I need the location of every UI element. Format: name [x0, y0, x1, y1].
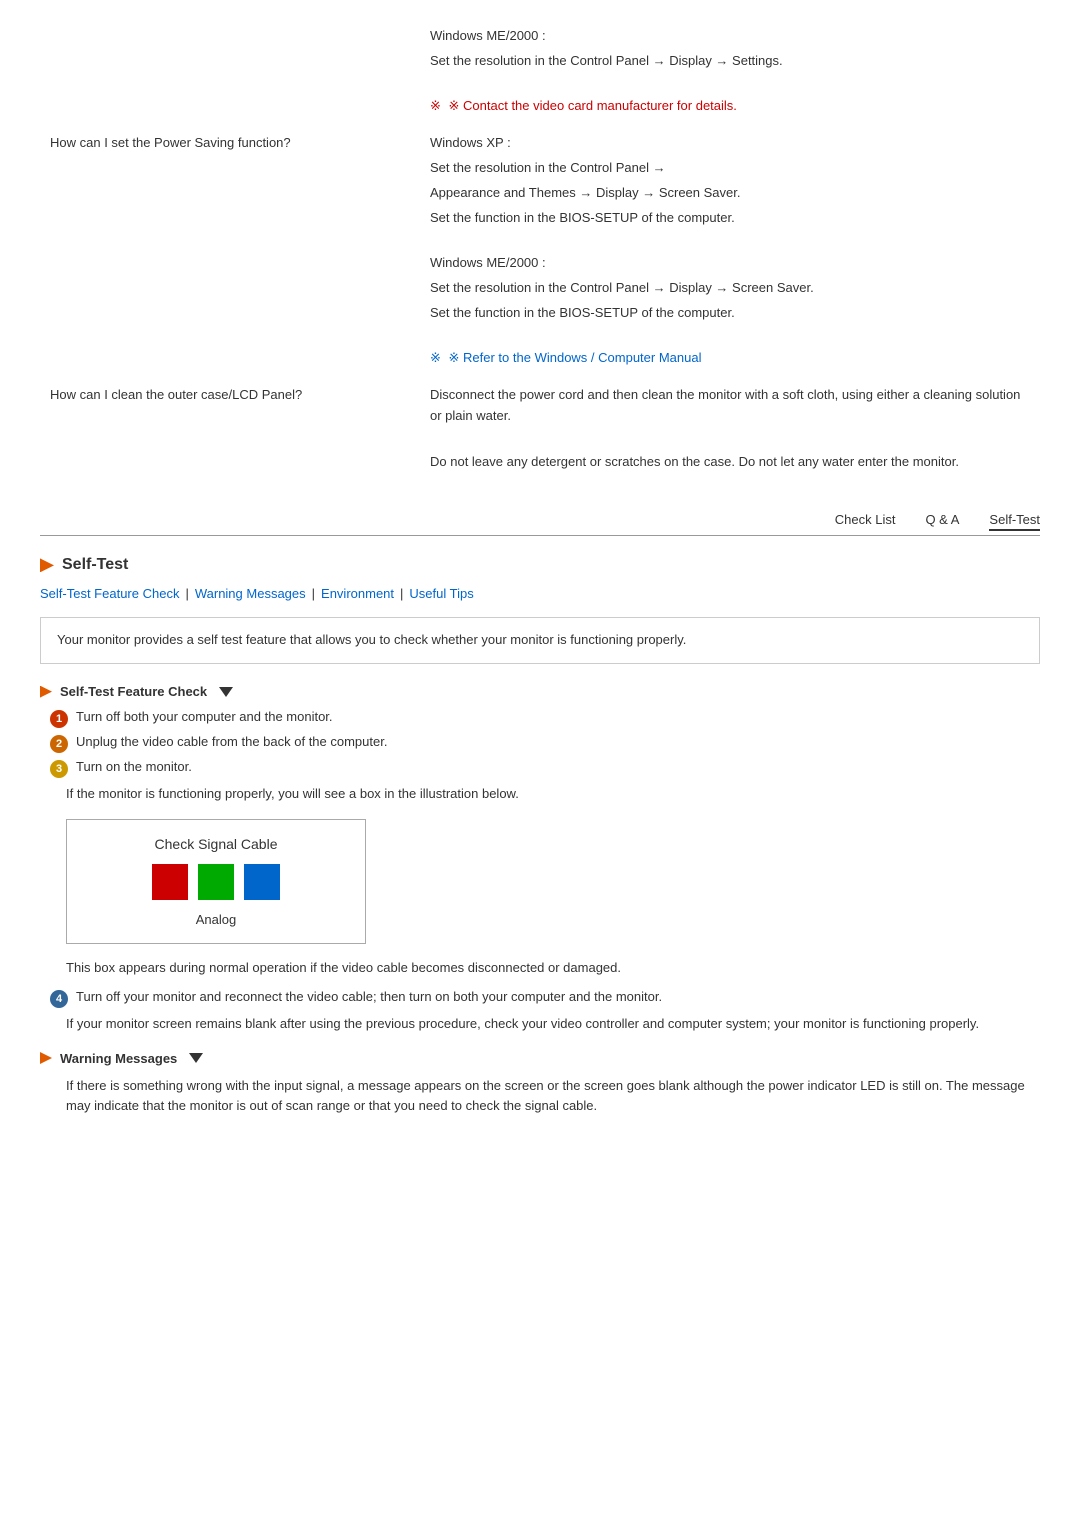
answer-2-5: Windows ME/2000 :	[430, 253, 1030, 274]
note-text: ※ Contact the video card manufacturer fo…	[449, 98, 737, 113]
asterisk-icon-2: ※	[430, 350, 441, 365]
answer-line-1: Windows ME/2000 :	[430, 26, 1030, 47]
warning-subsection-icon	[40, 1052, 52, 1064]
asterisk-icon: ※	[430, 98, 441, 113]
faq-question-2: How can I set the Power Saving function?	[40, 127, 420, 379]
step-number-1: 1	[50, 710, 68, 728]
sub-nav-feature-check[interactable]: Self-Test Feature Check	[40, 586, 179, 601]
box-note: This box appears during normal operation…	[66, 958, 1040, 979]
table-row: How can I set the Power Saving function?…	[40, 127, 1040, 379]
color-block-red	[152, 864, 188, 900]
answer-3-2: Do not leave any detergent or scratches …	[430, 452, 1030, 473]
faq-answer: Windows ME/2000 : Set the resolution in …	[420, 20, 1040, 127]
color-blocks	[83, 864, 349, 900]
sub-nav-sep-2: |	[312, 586, 315, 601]
illustration-box: Check Signal Cable Analog	[66, 819, 366, 944]
table-row: How can I clean the outer case/LCD Panel…	[40, 379, 1040, 482]
numbered-list: 1 Turn off both your computer and the mo…	[50, 709, 1040, 778]
step-4-text: Turn off your monitor and reconnect the …	[76, 989, 662, 1004]
step-3-text: Turn on the monitor.	[76, 759, 192, 774]
answer-3-1: Disconnect the power cord and then clean…	[430, 385, 1030, 427]
step-4-container: 4 Turn off your monitor and reconnect th…	[50, 989, 1040, 1008]
step-number-2: 2	[50, 735, 68, 753]
subsection-icon	[40, 686, 52, 698]
feature-check-header: Self-Test Feature Check	[40, 684, 1040, 699]
answer-2-1: Windows XP :	[430, 133, 1030, 154]
sub-nav: Self-Test Feature Check | Warning Messag…	[40, 586, 1040, 601]
warning-messages-text: If there is something wrong with the inp…	[66, 1076, 1040, 1118]
answer-note: ※ ※ Contact the video card manufacturer …	[430, 96, 1030, 117]
step-2-text: Unplug the video cable from the back of …	[76, 734, 387, 749]
step-1: 1 Turn off both your computer and the mo…	[50, 709, 1040, 728]
info-box: Your monitor provides a self test featur…	[40, 617, 1040, 664]
sub-nav-useful-tips[interactable]: Useful Tips	[409, 586, 473, 601]
table-row: Windows ME/2000 : Set the resolution in …	[40, 20, 1040, 127]
step-4-note: If your monitor screen remains blank aft…	[66, 1014, 1040, 1035]
sub-nav-sep-1: |	[185, 586, 188, 601]
sub-nav-environment[interactable]: Environment	[321, 586, 394, 601]
answer-2-4: Set the function in the BIOS-SETUP of th…	[430, 208, 1030, 229]
feature-check-title: Self-Test Feature Check	[60, 684, 207, 699]
color-block-blue	[244, 864, 280, 900]
step-3-note: If the monitor is functioning properly, …	[66, 784, 1040, 805]
answer-2-3: Appearance and Themes → Display → Screen…	[430, 183, 1030, 204]
step-number-3: 3	[50, 760, 68, 778]
step-1-text: Turn off both your computer and the moni…	[76, 709, 333, 724]
step-3: 3 Turn on the monitor.	[50, 759, 1040, 778]
sub-nav-warning[interactable]: Warning Messages	[195, 586, 306, 601]
self-test-header: Self-Test	[40, 556, 1040, 574]
tab-qanda[interactable]: Q & A	[925, 512, 959, 531]
section-title: Self-Test	[62, 556, 128, 574]
illustration-subtitle: Analog	[83, 912, 349, 927]
warning-messages-title: Warning Messages	[60, 1051, 177, 1066]
faq-answer-2: Windows XP : Set the resolution in the C…	[420, 127, 1040, 379]
answer-2-7: Set the function in the BIOS-SETUP of th…	[430, 303, 1030, 324]
step-4: 4 Turn off your monitor and reconnect th…	[50, 989, 1040, 1008]
faq-question-3: How can I clean the outer case/LCD Panel…	[40, 379, 420, 482]
sub-nav-sep-3: |	[400, 586, 403, 601]
triangle-icon	[219, 687, 233, 697]
faq-question	[40, 20, 420, 127]
faq-section: Windows ME/2000 : Set the resolution in …	[40, 20, 1040, 482]
illustration-title: Check Signal Cable	[83, 836, 349, 852]
answer-2-note: ※ ※ Refer to the Windows / Computer Manu…	[430, 348, 1030, 369]
note-text-2: ※ Refer to the Windows / Computer Manual	[449, 350, 702, 365]
answer-line-2: Set the resolution in the Control Panel …	[430, 51, 1030, 72]
step-number-4: 4	[50, 990, 68, 1008]
tab-self-test[interactable]: Self-Test	[989, 512, 1040, 531]
answer-2-6: Set the resolution in the Control Panel …	[430, 278, 1030, 299]
color-block-green	[198, 864, 234, 900]
answer-2-2: Set the resolution in the Control Panel …	[430, 158, 1030, 179]
warning-triangle-icon	[189, 1053, 203, 1063]
faq-table: Windows ME/2000 : Set the resolution in …	[40, 20, 1040, 482]
nav-tabs: Check List Q & A Self-Test	[40, 512, 1040, 536]
step-2: 2 Unplug the video cable from the back o…	[50, 734, 1040, 753]
warning-messages-header: Warning Messages	[40, 1051, 1040, 1066]
info-box-text: Your monitor provides a self test featur…	[57, 632, 686, 647]
tab-check-list[interactable]: Check List	[835, 512, 896, 531]
faq-answer-3: Disconnect the power cord and then clean…	[420, 379, 1040, 482]
section-header-icon	[40, 558, 54, 572]
